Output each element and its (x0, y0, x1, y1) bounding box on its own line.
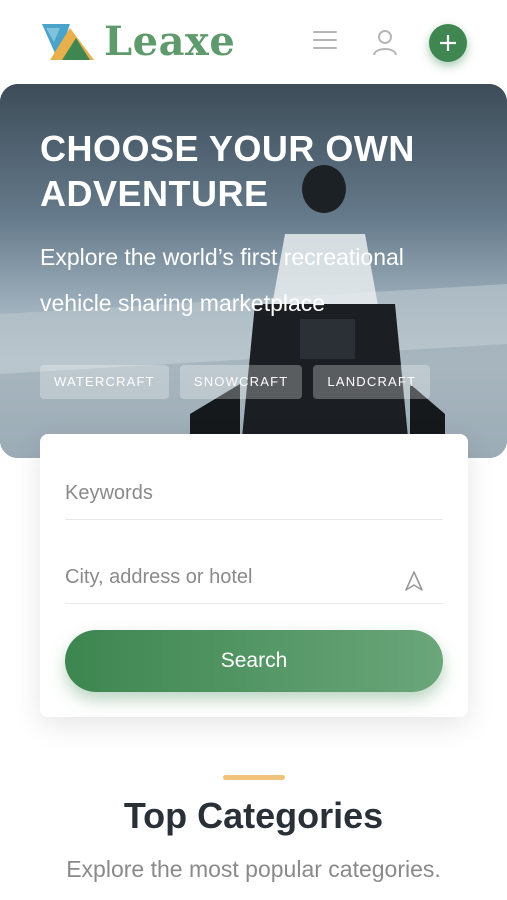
location-input[interactable] (65, 544, 443, 603)
logo-mark-icon (42, 24, 94, 60)
keywords-field (65, 460, 443, 520)
user-icon[interactable] (372, 28, 398, 56)
category-tags: WATERCRAFT SNOWCRAFT LANDCRAFT (40, 365, 431, 399)
hero-title: CHOOSE YOUR OWN ADVENTURE (40, 128, 415, 214)
header: Leaxe (0, 0, 507, 84)
search-button[interactable]: Search (65, 630, 443, 692)
section-title: Top Categories (123, 795, 384, 836)
add-button[interactable] (429, 24, 467, 62)
tag-snowcraft[interactable]: SNOWCRAFT (179, 365, 303, 399)
hero-banner: CHOOSE YOUR OWN ADVENTURE Explore the wo… (0, 84, 507, 458)
section-subtitle: Explore the most popular categories. (66, 856, 441, 882)
navigation-arrow-icon[interactable] (403, 570, 425, 592)
location-field (65, 544, 443, 604)
search-card: Search (40, 434, 468, 717)
tag-landcraft[interactable]: LANDCRAFT (313, 365, 431, 399)
keywords-input[interactable] (65, 460, 443, 519)
hamburger-menu-icon[interactable] (313, 31, 337, 53)
plus-icon (440, 35, 456, 51)
logo-text: Leaxe (104, 18, 236, 65)
tag-watercraft[interactable]: WATERCRAFT (40, 365, 169, 399)
hero-subtitle: Explore the world’s first recreational v… (40, 244, 404, 316)
section-accent-bar (223, 775, 285, 780)
logo[interactable]: Leaxe (40, 20, 235, 64)
